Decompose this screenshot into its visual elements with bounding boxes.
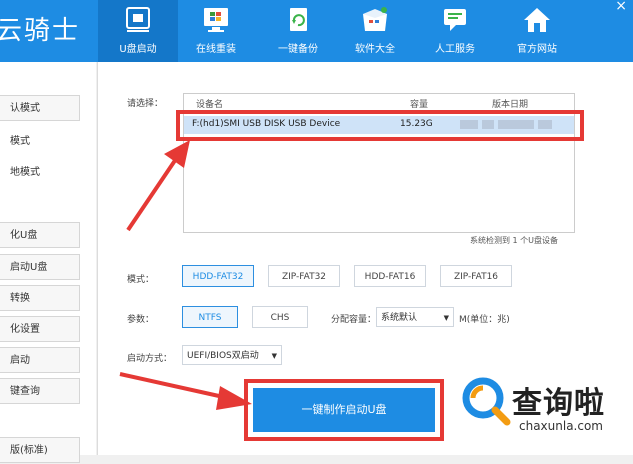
nav-human-service[interactable]: 人工服务 <box>415 0 495 62</box>
arrow-annotation <box>119 372 252 410</box>
top-bar: 云骑士 U盘启动 在线重装 一键备份 软件大全 人工服务 官方网站 × <box>0 0 633 62</box>
nav-software[interactable]: 软件大全 <box>335 0 415 62</box>
watermark-url: chaxunla.com <box>519 419 603 433</box>
chevron-down-icon: ▼ <box>271 352 277 360</box>
app-title: 云骑士 <box>0 16 81 46</box>
alloc-select[interactable]: 系统默认 ▼ <box>376 307 454 327</box>
alloc-value: 系统默认 <box>381 313 418 323</box>
col-header-capacity: 容量 <box>410 100 429 110</box>
nav-label: 官方网站 <box>517 44 557 55</box>
mode-label: 模式： <box>127 275 155 285</box>
sidebar-item-convert[interactable]: 转换 <box>0 285 80 311</box>
sidebar-item-default-mode[interactable]: 认模式 <box>0 95 80 121</box>
arrow-annotation <box>126 140 190 232</box>
sidebar-item-settings[interactable]: 化设置 <box>0 316 80 342</box>
mode-zip-fat16-button[interactable]: ZIP-FAT16 <box>440 265 512 287</box>
param-ntfs-button[interactable]: NTFS <box>182 306 238 328</box>
software-box-icon <box>363 7 387 31</box>
backup-document-icon <box>290 8 307 31</box>
sidebar-item-format-usb[interactable]: 化U盘 <box>0 222 80 248</box>
usb-drive-icon <box>126 7 150 32</box>
sidebar-item-key-query[interactable]: 键查询 <box>0 378 80 404</box>
alloc-label: 分配容量： <box>331 315 377 325</box>
make-boot-usb-button[interactable]: 一键制作启动U盘 <box>253 388 435 432</box>
nav-official-site[interactable]: 官方网站 <box>497 0 577 62</box>
boot-value: UEFI/BIOS双启动 <box>187 351 259 361</box>
sidebar-item-version[interactable]: 版(标准) <box>0 437 80 463</box>
mode-hdd-fat16-button[interactable]: HDD-FAT16 <box>354 265 426 287</box>
nav-one-key-backup[interactable]: 一键备份 <box>258 0 338 62</box>
close-icon[interactable]: × <box>615 0 627 14</box>
watermark-text: 查询啦 <box>512 386 605 421</box>
col-header-date: 版本日期 <box>492 100 529 110</box>
boot-label: 启动方式： <box>127 354 173 364</box>
nav-usb-boot[interactable]: U盘启动 <box>98 0 178 62</box>
sidebar-item-mode[interactable]: 模式 <box>0 129 80 155</box>
params-label: 参数： <box>127 315 155 325</box>
highlight-box-device <box>176 110 584 141</box>
sidebar-item-local-mode[interactable]: 地模式 <box>0 160 80 186</box>
mode-hdd-fat32-button[interactable]: HDD-FAT32 <box>182 265 254 287</box>
windows-monitor-icon <box>204 8 228 32</box>
param-chs-button[interactable]: CHS <box>252 306 308 328</box>
unit-label: M(单位：兆) <box>459 315 510 325</box>
col-header-device: 设备名 <box>196 100 224 110</box>
mode-zip-fat32-button[interactable]: ZIP-FAT32 <box>268 265 340 287</box>
home-icon <box>524 8 550 32</box>
nav-label: U盘启动 <box>119 44 157 55</box>
select-label: 请选择： <box>127 99 164 109</box>
detect-status: 系统检测到 1 个U盘设备 <box>470 236 559 245</box>
chat-support-icon <box>444 9 466 31</box>
sidebar-item-boot[interactable]: 启动 <box>0 347 80 373</box>
nav-label: 一键备份 <box>278 44 318 55</box>
nav-label: 软件大全 <box>355 44 395 55</box>
sidebar-item-boot-usb[interactable]: 启动U盘 <box>0 254 80 280</box>
boot-select[interactable]: UEFI/BIOS双启动 ▼ <box>182 345 282 365</box>
nav-online-reinstall[interactable]: 在线重装 <box>176 0 256 62</box>
sidebar: 认模式 模式 地模式 化U盘 启动U盘 转换 化设置 启动 键查询 版(标准) <box>0 62 96 463</box>
search-logo-icon <box>462 377 511 426</box>
nav-label: 在线重装 <box>196 44 236 55</box>
nav-label: 人工服务 <box>435 44 475 55</box>
chevron-down-icon: ▼ <box>443 314 449 322</box>
watermark: 查询啦 chaxunla.com <box>457 368 633 455</box>
